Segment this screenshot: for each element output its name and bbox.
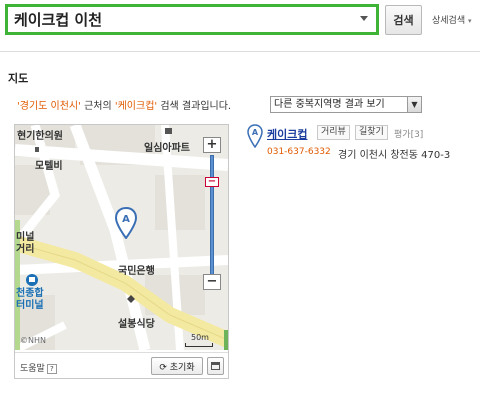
map-marker-a[interactable]: A — [115, 207, 137, 239]
map-scale-label: 50m — [191, 333, 209, 342]
map-copyright: ©NHN — [20, 336, 46, 345]
map-label-clinic[interactable]: 현기한의원 — [17, 127, 63, 142]
map-panel-button[interactable] — [207, 357, 224, 375]
map-label-motel[interactable]: 모텔비 — [35, 157, 63, 172]
advanced-search-label: 상세검색 — [432, 16, 466, 26]
search-input[interactable] — [8, 7, 348, 32]
result-marker-icon: A — [247, 124, 263, 148]
rating-count: [3] — [410, 130, 424, 140]
refresh-icon: ⟳ — [159, 362, 167, 373]
map-label-apartment[interactable]: 일심아파트 — [144, 139, 190, 154]
directions-button[interactable]: 길찾기 — [355, 125, 388, 140]
street-view-button[interactable]: 거리뷰 — [317, 125, 350, 140]
chevron-down-icon[interactable]: ▼ — [407, 97, 421, 112]
zoom-control: + − − — [203, 137, 223, 292]
caret-down-icon: ▾ — [468, 17, 472, 25]
map-label-terminal[interactable]: 천종합 터미널 — [16, 288, 44, 312]
map-label-district: 미널 거리 — [16, 232, 35, 255]
map-toolbar: 도움말? ⟳ 초기화 — [15, 352, 228, 378]
advanced-search-link[interactable]: 상세검색 ▾ — [432, 13, 472, 26]
help-link[interactable]: 도움말? — [20, 361, 57, 374]
result-name-link[interactable]: 케이크컵 — [267, 126, 307, 142]
map-canvas[interactable]: 현기한의원 일심아파트 모텔비 미널 거리 국민은행 천종합 터미널 설봉식당 … — [15, 125, 228, 350]
duplicate-region-select-value: 다른 중복지역명 결과 보기 — [274, 99, 385, 110]
map-widget: 현기한의원 일심아파트 모텔비 미널 거리 국민은행 천종합 터미널 설봉식당 … — [14, 124, 229, 379]
summary-keyword: '케이크컵' — [114, 101, 158, 112]
zoom-in-button[interactable]: + — [203, 137, 221, 153]
map-scale-bar — [185, 343, 213, 347]
help-icon: ? — [46, 364, 57, 374]
window-icon — [211, 362, 220, 370]
summary-text-end: 검색 결과입니다. — [157, 101, 232, 112]
reset-map-button[interactable]: ⟳ 초기화 — [151, 357, 203, 375]
zoom-slider-thumb[interactable]: − — [205, 177, 219, 187]
chevron-down-icon[interactable] — [360, 16, 368, 21]
map-label-bank[interactable]: 국민은행 — [118, 262, 155, 277]
duplicate-region-select[interactable]: 다른 중복지역명 결과 보기 ▼ — [270, 96, 422, 113]
zoom-out-button[interactable]: − — [203, 274, 221, 290]
help-label: 도움말 — [20, 364, 45, 374]
result-address: 경기 이천시 창전동 470-3 — [338, 150, 451, 161]
summary-region[interactable]: '경기도 이천시' — [17, 101, 81, 112]
rating-link[interactable]: 평가[3] — [394, 127, 423, 140]
search-box[interactable] — [5, 4, 379, 35]
map-marker-letter: A — [122, 214, 130, 225]
zoom-slider-track[interactable] — [210, 155, 214, 275]
result-marker-letter: A — [252, 128, 259, 137]
rating-label: 평가 — [394, 130, 411, 140]
search-button[interactable]: 검색 — [385, 5, 422, 35]
search-summary: '경기도 이천시' 근처의 '케이크컵' 검색 결과입니다. — [17, 97, 231, 112]
divider — [0, 51, 480, 52]
section-title: 지도 — [8, 72, 29, 85]
reset-map-label: 초기화 — [169, 362, 195, 373]
result-phone: 031-637-6332 — [267, 147, 331, 157]
summary-text-middle: 근처의 — [80, 101, 115, 112]
map-label-restaurant[interactable]: 설봉식당 — [118, 315, 155, 330]
